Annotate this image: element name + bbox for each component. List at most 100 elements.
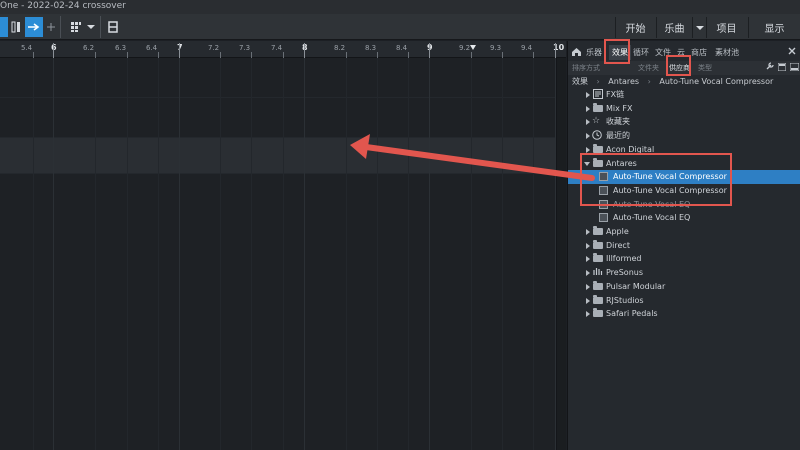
ruler-tick-label: 9.3 bbox=[490, 44, 502, 52]
grid-line bbox=[53, 58, 54, 450]
grid-line bbox=[502, 58, 503, 450]
chevron-right-icon bbox=[586, 283, 590, 290]
grid-line bbox=[95, 58, 96, 450]
tree-item-direct[interactable]: Direct bbox=[568, 239, 800, 253]
range-tool-icon[interactable] bbox=[45, 17, 57, 37]
chevron-right-icon bbox=[586, 311, 590, 318]
grid-line bbox=[33, 58, 34, 450]
project-button[interactable]: 项目 bbox=[706, 17, 746, 38]
wrench-icon[interactable] bbox=[766, 62, 774, 72]
filter-sort-by[interactable]: 排序方式 bbox=[572, 63, 600, 73]
folder-icon bbox=[593, 294, 603, 304]
ruler-tick-label: 8.2 bbox=[334, 44, 346, 52]
tree-item-label: Mix FX bbox=[606, 103, 633, 113]
star-icon: ☆ bbox=[592, 116, 601, 127]
tree-item-mix-fx[interactable]: Mix FX bbox=[568, 102, 800, 116]
tab-shop[interactable]: 商店 bbox=[691, 47, 707, 58]
layout-icon[interactable] bbox=[789, 62, 800, 73]
tree-item-safari-pedals[interactable]: Safari Pedals bbox=[568, 307, 800, 321]
toolbar: 开始 乐曲 项目 显示 bbox=[0, 14, 800, 40]
tab-loops[interactable]: 循环 bbox=[633, 47, 649, 58]
chevron-down-icon[interactable] bbox=[86, 17, 96, 37]
grid-line bbox=[471, 58, 472, 450]
toolbar-divider bbox=[100, 16, 101, 38]
ruler-tick-mark bbox=[304, 43, 305, 58]
snap-toggle-icon[interactable] bbox=[106, 17, 120, 37]
tab-instruments[interactable]: 乐器 bbox=[586, 47, 602, 58]
annotation-box-vendor-filter bbox=[666, 55, 691, 76]
close-icon[interactable] bbox=[788, 47, 796, 57]
title-bar: One - 2022-02-24 crossover bbox=[0, 0, 800, 14]
chevron-right-icon bbox=[586, 92, 590, 98]
tree-item-recent[interactable]: 最近的 bbox=[568, 129, 800, 143]
tree-item-label: Illformed bbox=[606, 254, 642, 264]
filter-type[interactable]: 类型 bbox=[698, 63, 712, 73]
folder-icon bbox=[593, 239, 603, 249]
tree-item-apple[interactable]: Apple bbox=[568, 225, 800, 239]
split-tool-icon[interactable] bbox=[9, 17, 23, 37]
start-button[interactable]: 开始 bbox=[615, 17, 655, 38]
breadcrumb-separator-icon: › bbox=[647, 77, 651, 86]
chevron-right-icon bbox=[586, 270, 590, 277]
timeline-ruler[interactable]: 5.466.26.36.477.27.37.488.28.38.499.29.3… bbox=[0, 41, 566, 58]
tree-item-label: Apple bbox=[606, 227, 629, 236]
ruler-tick-label: 7.2 bbox=[208, 44, 220, 52]
ruler-tick-mark bbox=[179, 43, 180, 58]
filter-folder[interactable]: 文件夹 bbox=[638, 63, 659, 73]
folder-icon bbox=[593, 253, 603, 263]
tree-item-label: Pulsar Modular bbox=[606, 281, 666, 291]
list-view-icon[interactable] bbox=[777, 62, 787, 73]
breadcrumb-vendor[interactable]: Antares bbox=[608, 77, 639, 86]
tree-item-illformed[interactable]: Illformed bbox=[568, 252, 800, 266]
vertical-scrollbar[interactable] bbox=[556, 58, 566, 450]
grid-line bbox=[179, 58, 180, 450]
ruler-tick-mark bbox=[429, 43, 430, 58]
arrange-view[interactable] bbox=[0, 58, 566, 450]
grid-line bbox=[127, 58, 128, 450]
folder-icon bbox=[593, 308, 603, 318]
breadcrumb: 效果 › Antares › Auto-Tune Vocal Compresso… bbox=[568, 75, 800, 88]
tree-item-label: Safari Pedals bbox=[606, 309, 658, 319]
tree-item-pulsar-modular[interactable]: Pulsar Modular bbox=[568, 280, 800, 294]
tree-item-label: RJStudios bbox=[606, 295, 644, 305]
folder-icon bbox=[593, 102, 603, 112]
chevron-right-icon bbox=[586, 256, 590, 263]
show-button[interactable]: 显示 bbox=[748, 17, 800, 38]
browser-panel: 乐器 效果 循环 文件 云 商店 素材池 排序方式 文件夹 供应商 类型 效果 … bbox=[567, 41, 800, 450]
chevron-right-icon bbox=[586, 297, 590, 304]
ruler-tick-label: 9.4 bbox=[521, 44, 533, 52]
grid-line bbox=[283, 58, 284, 450]
chevron-right-icon bbox=[586, 146, 590, 153]
breadcrumb-root[interactable]: 效果 bbox=[572, 77, 588, 86]
tree-item-label: 最近的 bbox=[606, 131, 630, 141]
tree-item-presonus[interactable]: PreSonus bbox=[568, 266, 800, 280]
grid-line bbox=[377, 58, 378, 450]
home-icon[interactable] bbox=[572, 47, 581, 58]
chevron-right-icon bbox=[586, 105, 590, 112]
toolbar-tool-button[interactable] bbox=[0, 17, 8, 37]
breadcrumb-item[interactable]: Auto-Tune Vocal Compressor bbox=[659, 77, 773, 86]
folder-icon bbox=[593, 226, 603, 235]
ruler-tick-label: 5.4 bbox=[21, 44, 33, 52]
ruler-tick-mark bbox=[555, 43, 556, 58]
tree-item-rjstudios[interactable]: RJStudios bbox=[568, 294, 800, 308]
chevron-right-icon bbox=[586, 119, 590, 126]
grid-snap-icon[interactable] bbox=[68, 17, 84, 37]
arrow-tool-icon[interactable] bbox=[25, 17, 43, 37]
folder-icon bbox=[593, 143, 603, 153]
grid-line bbox=[220, 58, 221, 450]
chevron-right-icon bbox=[586, 133, 590, 140]
tab-pool[interactable]: 素材池 bbox=[715, 47, 739, 58]
tree-item-label: 收藏夹 bbox=[606, 117, 630, 127]
tree-item-fx-chain[interactable]: FX链 bbox=[568, 88, 800, 102]
plugin-icon bbox=[599, 213, 608, 223]
tree-item-favorites[interactable]: ☆ 收藏夹 bbox=[568, 115, 800, 129]
song-button[interactable]: 乐曲 bbox=[656, 17, 692, 38]
ruler-tick-label: 9.2 bbox=[459, 44, 471, 52]
ruler-tick-label: 7.3 bbox=[239, 44, 251, 52]
tree-item-label: PreSonus bbox=[606, 268, 643, 278]
grid-line bbox=[158, 58, 159, 450]
tree-item-plugin[interactable]: Auto-Tune Vocal EQ bbox=[568, 211, 800, 225]
song-menu-chevron-icon[interactable] bbox=[692, 17, 706, 38]
playhead-marker[interactable] bbox=[470, 45, 476, 50]
